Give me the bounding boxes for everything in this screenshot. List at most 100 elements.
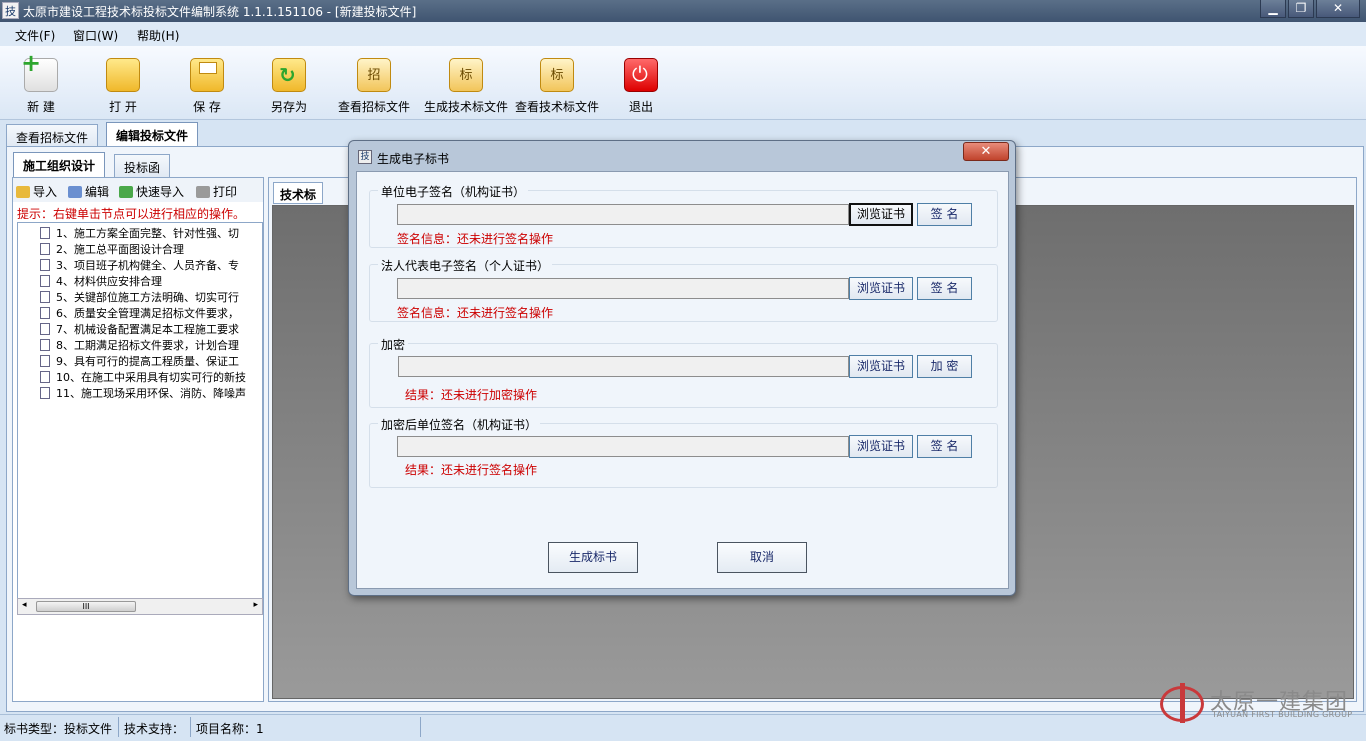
sign-button[interactable]: 签 名 — [917, 277, 972, 300]
sign-info: 结果：还未进行签名操作 — [405, 463, 538, 477]
exit-button-label: 退出 — [628, 100, 653, 114]
group-title: 单位电子签名（机构证书） — [378, 183, 529, 200]
dialog-close-button[interactable]: ✕ — [963, 142, 1009, 161]
status-divider — [420, 717, 421, 737]
tree-node[interactable]: 9、具有可行的提高工程质量、保证工 — [40, 353, 239, 369]
new-button[interactable]: 新 建 — [21, 49, 60, 118]
browse-cert-button[interactable]: 浏览证书 — [849, 277, 913, 300]
browse-cert-button[interactable]: 浏览证书 — [849, 435, 913, 458]
view-tender-button[interactable]: 招 查看招标文件 — [337, 58, 411, 118]
logo-mark-icon — [1160, 683, 1204, 723]
minimize-button[interactable]: ▁ — [1260, 0, 1286, 18]
tree-node[interactable]: 11、施工现场采用环保、消防、降噪声 — [40, 385, 246, 401]
edit-icon — [68, 186, 82, 198]
generate-tech-button[interactable]: 标 生成技术标文件 — [423, 58, 509, 118]
power-icon — [624, 58, 658, 92]
page-icon — [40, 291, 50, 303]
main-toolbar: 新 建 打 开 保 存 另存为 招 查看招标文件 标 生成技术标文件 标 查看技… — [0, 46, 1366, 120]
tab-edit-bid[interactable]: 编辑投标文件 — [106, 122, 199, 148]
tab-tech-bid[interactable]: 技术标 — [273, 182, 324, 204]
browse-cert-button[interactable]: 浏览证书 — [849, 203, 913, 226]
import-icon — [16, 186, 30, 198]
dialog-app-icon: 技 — [358, 150, 372, 164]
unit-cert-field[interactable] — [397, 204, 849, 225]
menu-bar: 文件(F) 窗口(W) 帮助(H) — [0, 22, 1366, 46]
browse-cert-button[interactable]: 浏览证书 — [849, 355, 913, 378]
view-tender-doc-icon: 招 — [357, 58, 391, 92]
tree-node[interactable]: 4、材料供应安排合理 — [40, 273, 162, 289]
tree-node[interactable]: 3、项目班子机构健全、人员齐备、专 — [40, 257, 239, 273]
page-icon — [40, 387, 50, 399]
generate-bid-button[interactable]: 生成标书 — [548, 542, 638, 573]
sign-button[interactable]: 签 名 — [917, 203, 972, 226]
group-unit-signature: 单位电子签名（机构证书） 浏览证书 签 名 签名信息：还未进行签名操作 — [369, 183, 998, 248]
open-button[interactable]: 打 开 — [104, 58, 142, 118]
page-icon — [40, 323, 50, 335]
group-post-encrypt-signature: 加密后单位签名（机构证书） 浏览证书 签 名 结果：还未进行签名操作 — [369, 416, 998, 488]
tree-node[interactable]: 1、施工方案全面完整、针对性强、切 — [40, 225, 239, 241]
page-icon — [40, 227, 50, 239]
save-button-label: 保 存 — [193, 100, 221, 114]
quick-import-icon — [119, 186, 133, 198]
tree-node[interactable]: 10、在施工中采用具有切实可行的新技 — [40, 369, 246, 385]
group-title: 加密 — [378, 336, 409, 353]
group-title: 加密后单位签名（机构证书） — [378, 416, 541, 433]
sign-button[interactable]: 签 名 — [917, 435, 972, 458]
folder-open-icon — [106, 58, 140, 92]
edit-button[interactable]: 编辑 — [68, 183, 109, 200]
outline-tree: 1、施工方案全面完整、针对性强、切 2、施工总平面图设计合理 3、项目班子机构健… — [17, 222, 263, 602]
outline-toolbar: 导入 编辑 快速导入 打印 — [13, 178, 263, 202]
exit-button[interactable]: 退出 — [624, 58, 658, 118]
menu-window[interactable]: 窗口(W) — [73, 27, 118, 44]
scroll-left-icon[interactable]: ◂ — [22, 600, 27, 610]
cancel-button[interactable]: 取消 — [717, 542, 807, 573]
close-button[interactable]: ✕ — [1316, 0, 1360, 18]
quick-import-button[interactable]: 快速导入 — [119, 183, 184, 200]
new-button-label: 新 建 — [27, 100, 55, 114]
tree-node[interactable]: 5、关键部位施工方法明确、切实可行 — [40, 289, 239, 305]
page-icon — [40, 339, 50, 351]
tree-node[interactable]: 2、施工总平面图设计合理 — [40, 241, 184, 257]
save-icon — [190, 58, 224, 92]
tree-node[interactable]: 6、质量安全管理满足招标文件要求， — [40, 305, 239, 321]
view-tech-button-label: 查看技术标文件 — [514, 100, 599, 114]
encrypt-button[interactable]: 加 密 — [917, 355, 972, 378]
group-legal-rep-signature: 法人代表电子签名（个人证书） 浏览证书 签 名 签名信息：还未进行签名操作 — [369, 257, 998, 322]
menu-help[interactable]: 帮助(H) — [137, 27, 179, 44]
menu-file[interactable]: 文件(F) — [15, 27, 55, 44]
tree-node[interactable]: 8、工期满足招标文件要求，计划合理 — [40, 337, 239, 353]
print-button[interactable]: 打印 — [196, 183, 237, 200]
printer-icon — [196, 186, 210, 198]
tab-construction-design[interactable]: 施工组织设计 — [13, 152, 106, 178]
post-encrypt-cert-field[interactable] — [397, 436, 849, 457]
import-button[interactable]: 导入 — [16, 183, 57, 200]
generate-ebid-dialog: 技 生成电子标书 ✕ 单位电子签名（机构证书） 浏览证书 签 名 签名信息：还未… — [348, 140, 1016, 596]
view-tech-button[interactable]: 标 查看技术标文件 — [514, 58, 600, 118]
save-button[interactable]: 保 存 — [188, 58, 226, 118]
tree-node[interactable]: 7、机械设备配置满足本工程施工要求 — [40, 321, 239, 337]
tab-bid-letter[interactable]: 投标函 — [114, 154, 171, 178]
dialog-body: 单位电子签名（机构证书） 浏览证书 签 名 签名信息：还未进行签名操作 法人代表… — [356, 171, 1009, 589]
tab-view-tender[interactable]: 查看招标文件 — [6, 124, 99, 148]
window-title: 太原市建设工程技术标投标文件编制系统 1.1.1.151106 - [新建投标文… — [23, 5, 417, 19]
page-icon — [40, 355, 50, 367]
generate-tech-doc-icon: 标 — [449, 58, 483, 92]
scroll-right-icon[interactable]: ▸ — [253, 600, 258, 610]
encrypt-cert-field[interactable] — [398, 356, 849, 377]
view-tender-button-label: 查看招标文件 — [337, 100, 410, 114]
restore-button[interactable]: ❐ — [1288, 0, 1314, 18]
status-support: 技术支持： — [124, 722, 185, 736]
dialog-title: 生成电子标书 — [377, 152, 450, 166]
status-divider — [118, 717, 119, 737]
tree-horizontal-scrollbar[interactable]: ◂ III ▸ — [17, 598, 263, 615]
status-divider — [190, 717, 191, 737]
logo-en-text: TAIYUAN FIRST BUILDING GROUP — [1212, 710, 1353, 719]
scroll-thumb[interactable]: III — [36, 601, 136, 612]
generate-tech-button-label: 生成技术标文件 — [423, 100, 508, 114]
save-as-icon — [272, 58, 306, 92]
sign-info: 签名信息：还未进行签名操作 — [397, 232, 554, 246]
save-as-button[interactable]: 另存为 — [268, 58, 310, 118]
status-project: 项目名称：1 — [196, 722, 264, 736]
personal-cert-field[interactable] — [397, 278, 849, 299]
app-icon: 技 — [2, 2, 19, 19]
